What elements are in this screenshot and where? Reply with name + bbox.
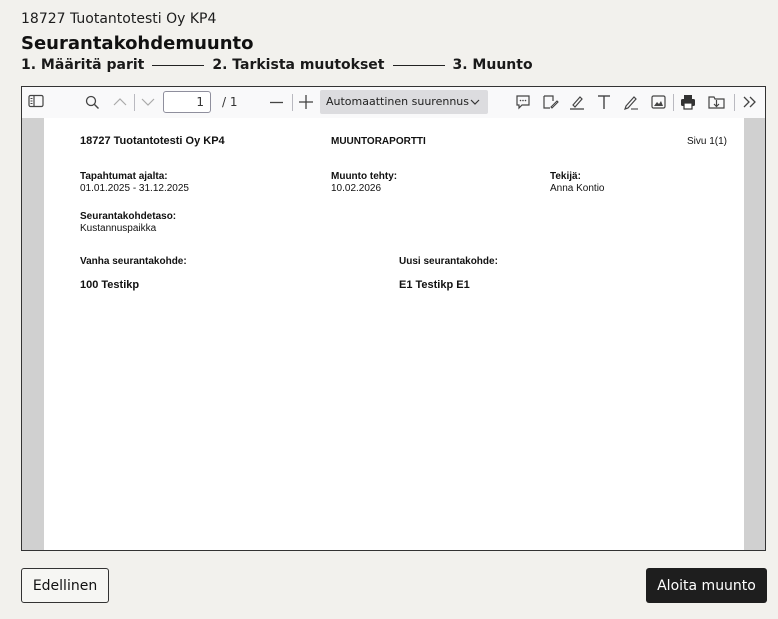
new-target-label: Uusi seurantakohde: <box>399 256 498 267</box>
level-label: Seurantakohdetaso: <box>80 211 177 222</box>
old-target-value: 100 Testikp <box>80 279 140 291</box>
zoom-select[interactable]: Automaattinen suurennus <box>320 90 488 114</box>
previous-button[interactable]: Edellinen <box>21 568 109 603</box>
pdf-viewer: 1 / 1 Automaattinen suurennus 18727 Tuot… <box>21 86 766 551</box>
page-number-input[interactable]: 1 <box>163 91 211 113</box>
step-1: 1. Määritä parit <box>21 57 145 73</box>
pdf-document-area[interactable]: 18727 Tuotantotesti Oy KP4 MUUNTORAPORTT… <box>22 118 765 550</box>
search-icon[interactable] <box>85 95 100 110</box>
level-value: Kustannuspaikka <box>80 223 157 234</box>
print-icon[interactable] <box>680 94 696 110</box>
pdf-toolbar: 1 / 1 Automaattinen suurennus <box>22 87 765 118</box>
author-value: Anna Kontio <box>550 183 605 194</box>
new-target-value: E1 Testikp E1 <box>399 279 470 291</box>
download-icon[interactable] <box>708 94 725 110</box>
step-separator <box>392 64 445 66</box>
period-value: 01.01.2025 - 31.12.2025 <box>80 183 189 194</box>
zoom-select-label: Automaattinen suurennus <box>326 95 469 108</box>
toolbar-divider <box>292 94 293 111</box>
toolbar-divider <box>134 94 135 111</box>
text-icon[interactable] <box>597 94 611 110</box>
chevron-down-icon <box>470 90 480 116</box>
done-value: 10.02.2026 <box>331 183 382 194</box>
toolbar-divider <box>734 94 735 111</box>
chevron-up-icon[interactable] <box>113 97 127 106</box>
draw-icon[interactable] <box>623 94 639 110</box>
company-name: 18727 Tuotantotesti Oy KP4 <box>21 11 217 27</box>
old-target-label: Vanha seurantakohde: <box>80 256 187 267</box>
step-3: 3. Muunto <box>452 57 533 73</box>
page-total: / 1 <box>222 95 238 109</box>
zoom-out-icon[interactable] <box>270 101 283 104</box>
done-label: Muunto tehty: <box>331 171 398 182</box>
step-separator <box>152 64 205 66</box>
author-label: Tekijä: <box>550 171 581 182</box>
image-icon[interactable] <box>651 95 666 109</box>
pdf-page: 18727 Tuotantotesti Oy KP4 MUUNTORAPORTT… <box>44 118 744 550</box>
signature-icon[interactable] <box>542 94 559 110</box>
start-conversion-button[interactable]: Aloita muunto <box>646 568 767 603</box>
comment-icon[interactable] <box>515 94 531 110</box>
toolbar-divider <box>673 94 674 111</box>
page-title: Seurantakohdemuunto <box>21 33 254 54</box>
chevron-down-icon[interactable] <box>141 98 155 107</box>
step-2: 2. Tarkista muutokset <box>212 57 385 73</box>
sidebar-toggle-icon[interactable] <box>28 94 44 108</box>
highlight-icon[interactable] <box>569 94 585 110</box>
more-tools-icon[interactable] <box>743 96 757 108</box>
report-company: 18727 Tuotantotesti Oy KP4 <box>80 135 225 147</box>
report-page-info: Sivu 1(1) <box>687 136 728 147</box>
period-label: Tapahtumat ajalta: <box>80 171 168 182</box>
zoom-in-icon[interactable] <box>299 95 313 109</box>
report-title: MUUNTORAPORTTI <box>331 136 426 147</box>
wizard-steps: 1. Määritä parit 2. Tarkista muutokset 3… <box>21 57 533 73</box>
